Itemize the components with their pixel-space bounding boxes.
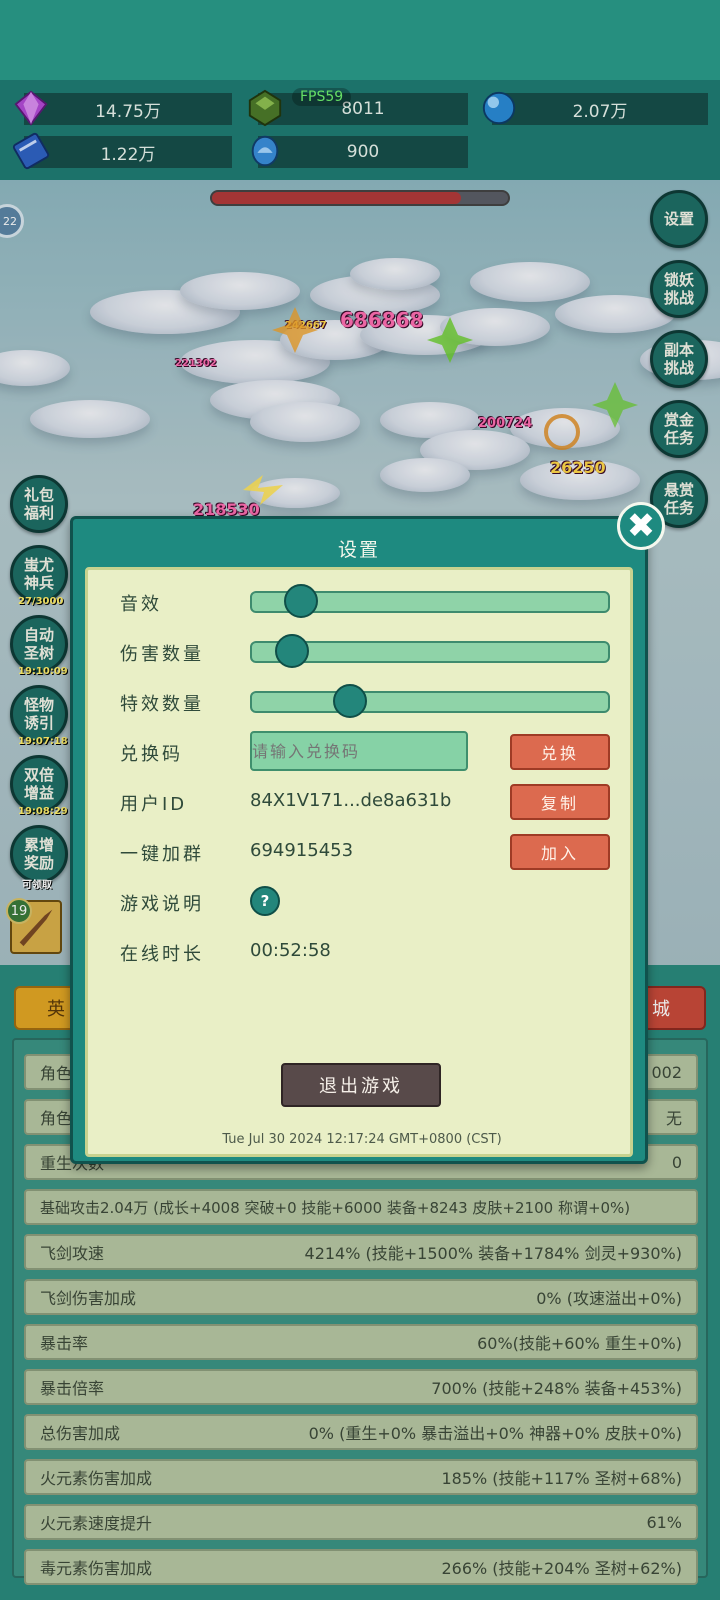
help-icon[interactable]: ? bbox=[250, 886, 280, 916]
slider-knob[interactable] bbox=[332, 684, 367, 718]
copy-button[interactable]: 复制 bbox=[510, 784, 610, 820]
damage-count-label: 伤害数量 bbox=[120, 644, 204, 665]
exit-game-button[interactable]: 退出游戏 bbox=[281, 1063, 441, 1107]
online-time-value: 00:52:58 bbox=[250, 940, 331, 961]
sound-label: 音效 bbox=[120, 594, 162, 615]
close-icon[interactable]: ✖ bbox=[617, 502, 665, 550]
user-id-value: 84X1V171...de8a631b bbox=[250, 790, 452, 811]
slider-knob[interactable] bbox=[284, 584, 319, 618]
game-help-label: 游戏说明 bbox=[120, 894, 204, 915]
timestamp: Tue Jul 30 2024 12:17:24 GMT+0800 (CST) bbox=[222, 1132, 502, 1147]
effects-count-label: 特效数量 bbox=[120, 694, 204, 715]
join-group-label: 一键加群 bbox=[120, 844, 204, 865]
slider-knob[interactable] bbox=[274, 634, 309, 668]
group-number-value: 694915453 bbox=[250, 840, 354, 861]
user-id-label: 用户ID bbox=[120, 794, 188, 815]
dialog-title: 设置 bbox=[337, 539, 380, 561]
redeem-code-input[interactable] bbox=[250, 731, 468, 771]
redeem-label: 兑换码 bbox=[120, 744, 183, 765]
effects-count-slider[interactable] bbox=[250, 684, 610, 718]
sound-slider[interactable] bbox=[250, 584, 610, 618]
join-button[interactable]: 加入 bbox=[510, 834, 610, 870]
damage-count-slider[interactable] bbox=[250, 634, 610, 668]
redeem-button[interactable]: 兑换 bbox=[510, 734, 610, 770]
game-screen: 14.75万 8011 2.07万 1.22万 900 FPS59 686868… bbox=[0, 0, 720, 1600]
online-time-label: 在线时长 bbox=[120, 944, 204, 965]
